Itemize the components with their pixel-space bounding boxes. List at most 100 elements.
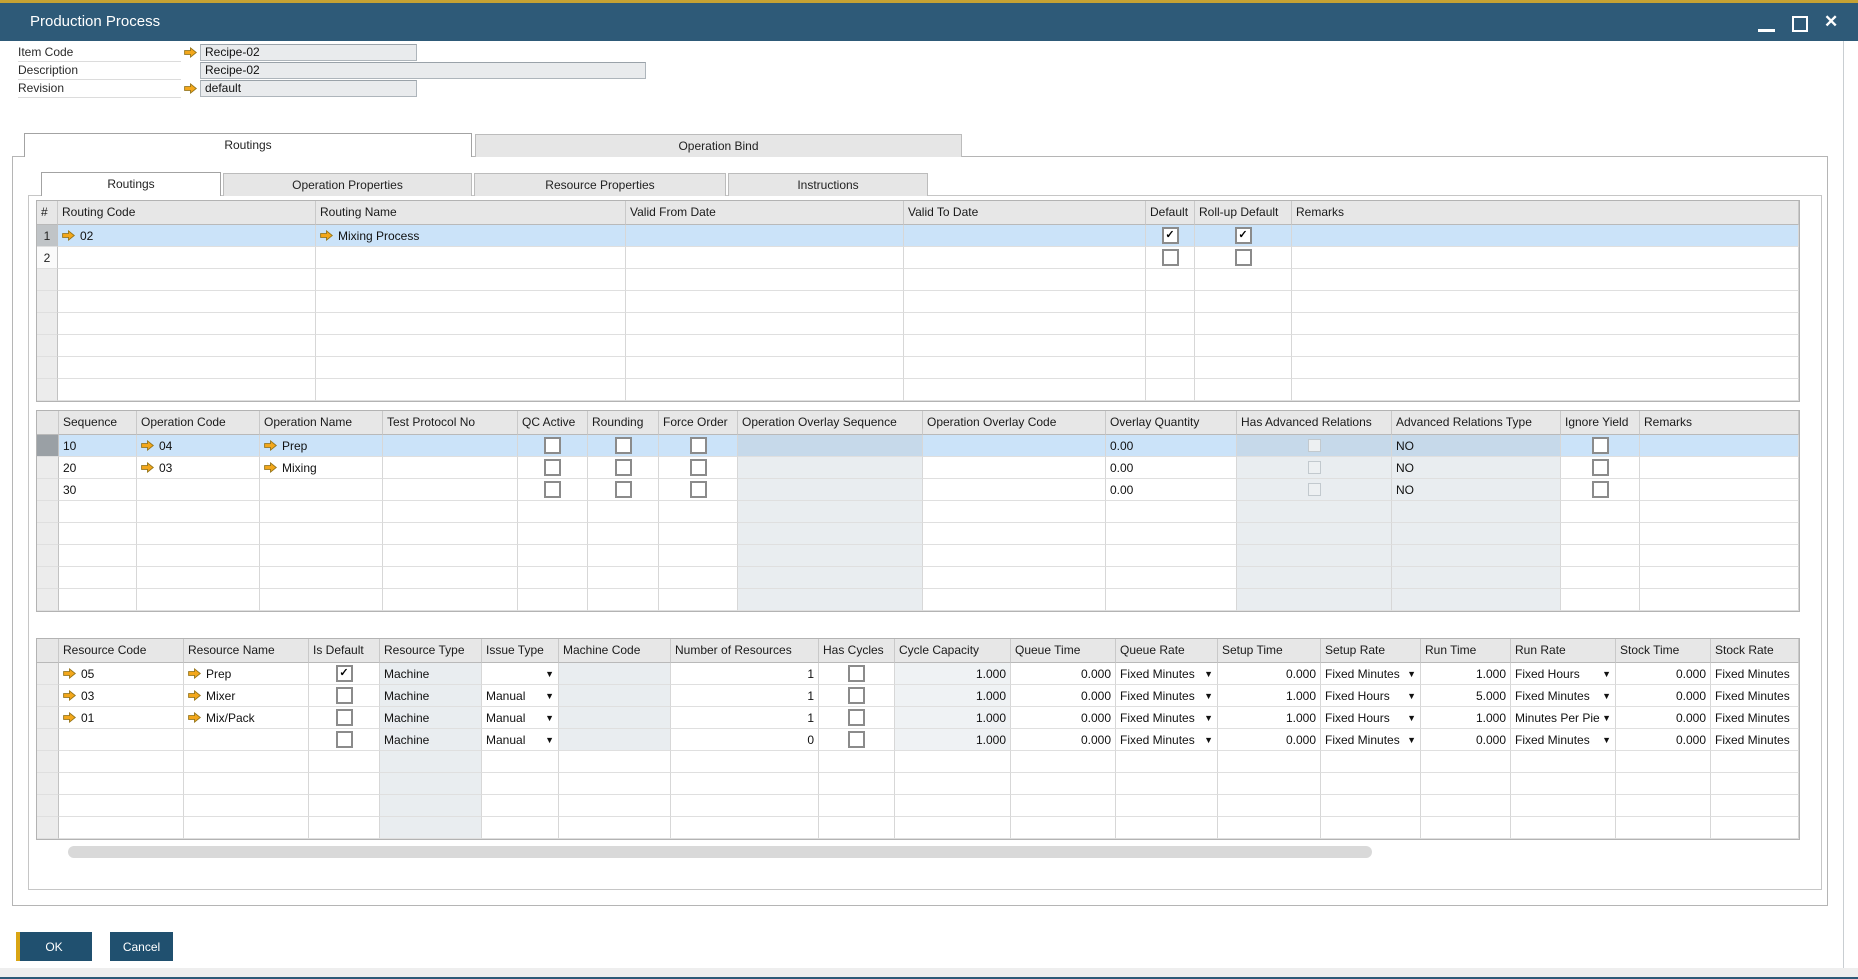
column-header-routing-code[interactable]: Routing Code: [58, 201, 316, 225]
cell-sequence[interactable]: [59, 567, 137, 589]
link-arrow-icon[interactable]: [320, 230, 334, 241]
cell-stock-time[interactable]: [1616, 751, 1711, 773]
cell-remarks[interactable]: [1640, 567, 1799, 589]
row-handle[interactable]: [37, 435, 59, 457]
table-row[interactable]: [37, 773, 1799, 795]
table-row[interactable]: [37, 817, 1799, 839]
cell-run-time[interactable]: 5.000: [1421, 685, 1511, 707]
checkbox[interactable]: [544, 437, 561, 454]
cell-qc-active[interactable]: [518, 501, 588, 523]
cell-qc-active[interactable]: [518, 523, 588, 545]
cell-resource-code[interactable]: 05: [59, 663, 184, 685]
cell-is-default[interactable]: [309, 817, 380, 839]
link-arrow-icon[interactable]: [264, 462, 278, 473]
row-handle[interactable]: [37, 357, 58, 379]
cell-valid-from-date[interactable]: [626, 357, 904, 379]
cell-rounding[interactable]: [588, 523, 659, 545]
column-header-stock-time[interactable]: Stock Time: [1616, 639, 1711, 663]
cell-operation-name[interactable]: Mixing: [260, 457, 383, 479]
cell-setup-time[interactable]: [1218, 773, 1321, 795]
cancel-button[interactable]: Cancel: [110, 932, 173, 961]
column-header-sequence[interactable]: Sequence: [59, 411, 137, 435]
checkbox[interactable]: [690, 481, 707, 498]
cell-number-of-resources[interactable]: 1: [671, 707, 819, 729]
cell-force-order[interactable]: [659, 545, 738, 567]
cell-default[interactable]: [1146, 379, 1195, 401]
checkbox-checked[interactable]: [1235, 227, 1252, 244]
cell-operation-overlay-code[interactable]: [923, 435, 1106, 457]
cell-roll-up-default[interactable]: [1195, 313, 1292, 335]
column-header-run-time[interactable]: Run Time: [1421, 639, 1511, 663]
cell-number-of-resources[interactable]: 1: [671, 663, 819, 685]
chevron-down-icon[interactable]: ▼: [1407, 735, 1416, 745]
link-arrow-icon[interactable]: [63, 712, 77, 723]
table-row[interactable]: [37, 795, 1799, 817]
column-header-has-advanced-relations[interactable]: Has Advanced Relations: [1237, 411, 1392, 435]
cell-run-rate[interactable]: Fixed Hours▼: [1511, 663, 1616, 685]
checkbox[interactable]: [690, 459, 707, 476]
cell-remarks[interactable]: [1292, 269, 1799, 291]
cell-rounding[interactable]: [588, 479, 659, 501]
cell-issue-type[interactable]: Manual▼: [482, 707, 559, 729]
table-row[interactable]: 05PrepMachine▼11.0000.000Fixed Minutes▼0…: [37, 663, 1799, 685]
cell-valid-to-date[interactable]: [904, 225, 1146, 247]
table-row[interactable]: [37, 751, 1799, 773]
column-header-qc-active[interactable]: QC Active: [518, 411, 588, 435]
column-header-operation-code[interactable]: Operation Code: [137, 411, 260, 435]
cell-sequence[interactable]: [59, 589, 137, 611]
row-handle[interactable]: 2: [37, 247, 58, 269]
cell-setup-rate[interactable]: Fixed Hours▼: [1321, 685, 1421, 707]
checkbox[interactable]: [615, 481, 632, 498]
row-handle[interactable]: [37, 523, 59, 545]
subtab-resource-properties[interactable]: Resource Properties: [474, 173, 726, 196]
cell-stock-time[interactable]: [1616, 773, 1711, 795]
cell-stock-time[interactable]: 0.000: [1616, 663, 1711, 685]
column-header-number-of-resources[interactable]: Number of Resources: [671, 639, 819, 663]
cell-remarks[interactable]: [1292, 313, 1799, 335]
cell-force-order[interactable]: [659, 457, 738, 479]
link-arrow-icon[interactable]: [184, 47, 198, 58]
cell-ignore-yield[interactable]: [1561, 501, 1640, 523]
cell-cycle-capacity[interactable]: 1.000: [895, 729, 1011, 751]
cell-run-rate[interactable]: Fixed Minutes▼: [1511, 729, 1616, 751]
cell-resource-name[interactable]: [184, 817, 309, 839]
table-row[interactable]: [37, 567, 1799, 589]
cell-resource-name[interactable]: Mixer: [184, 685, 309, 707]
cell-routing-name[interactable]: [316, 379, 626, 401]
cell-is-default[interactable]: [309, 663, 380, 685]
cell-setup-rate[interactable]: Fixed Minutes▼: [1321, 729, 1421, 751]
cell-queue-rate[interactable]: Fixed Minutes▼: [1116, 707, 1218, 729]
titlebar[interactable]: Production Process ✕: [0, 3, 1858, 41]
cell-overlay-quantity[interactable]: 0.00: [1106, 479, 1237, 501]
cell-default[interactable]: [1146, 313, 1195, 335]
table-row[interactable]: [37, 589, 1799, 611]
table-row[interactable]: 2003Mixing0.00NO: [37, 457, 1799, 479]
cell-sequence[interactable]: [59, 523, 137, 545]
table-row[interactable]: 1004Prep0.00NO: [37, 435, 1799, 457]
cell-routing-name[interactable]: Mixing Process: [316, 225, 626, 247]
cell-operation-overlay-code[interactable]: [923, 589, 1106, 611]
cell-ignore-yield[interactable]: [1561, 523, 1640, 545]
cell-is-default[interactable]: [309, 773, 380, 795]
cell-rounding[interactable]: [588, 545, 659, 567]
column-header-queue-time[interactable]: Queue Time: [1011, 639, 1116, 663]
checkbox[interactable]: [615, 437, 632, 454]
cell-force-order[interactable]: [659, 479, 738, 501]
column-header-machine-code[interactable]: Machine Code: [559, 639, 671, 663]
cell-force-order[interactable]: [659, 435, 738, 457]
subtab-operation-properties[interactable]: Operation Properties: [223, 173, 472, 196]
chevron-down-icon[interactable]: ▼: [1204, 735, 1213, 745]
cell-routing-code[interactable]: 02: [58, 225, 316, 247]
chevron-down-icon[interactable]: ▼: [1204, 713, 1213, 723]
cell-valid-from-date[interactable]: [626, 335, 904, 357]
cell-remarks[interactable]: [1640, 479, 1799, 501]
cell-run-rate[interactable]: [1511, 773, 1616, 795]
cell-remarks[interactable]: [1640, 523, 1799, 545]
row-handle[interactable]: [37, 589, 59, 611]
cell-valid-to-date[interactable]: [904, 313, 1146, 335]
cell-queue-rate[interactable]: [1116, 817, 1218, 839]
cell-rounding[interactable]: [588, 567, 659, 589]
cell-remarks[interactable]: [1640, 435, 1799, 457]
cell-routing-name[interactable]: [316, 357, 626, 379]
cell-issue-type[interactable]: ▼: [482, 663, 559, 685]
